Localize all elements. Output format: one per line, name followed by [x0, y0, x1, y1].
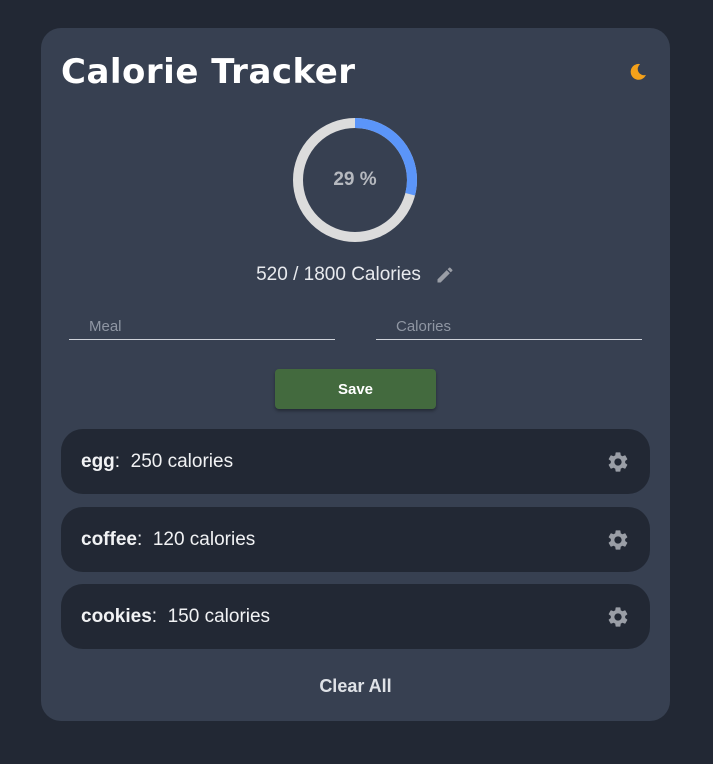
item-text: coffee: 120 calories — [81, 529, 255, 551]
item-separator: : — [151, 605, 158, 627]
calorie-tracker-card: Calorie Tracker 29 % 520 / 1800 Calories… — [41, 28, 670, 721]
gear-icon[interactable] — [606, 450, 630, 474]
calories-field — [376, 310, 642, 340]
item-calories: 150 calories — [167, 605, 271, 627]
list-item: cookies: 150 calories — [61, 584, 650, 649]
list-item: egg: 250 calories — [61, 429, 650, 494]
calorie-summary: 520 / 1800 Calories — [41, 264, 670, 286]
meal-field — [69, 310, 335, 340]
save-button[interactable]: Save — [275, 369, 436, 409]
pencil-icon[interactable] — [435, 265, 455, 285]
app-title: Calorie Tracker — [61, 52, 356, 92]
gear-icon[interactable] — [606, 605, 630, 629]
item-calories: 250 calories — [130, 450, 234, 472]
meal-input[interactable] — [69, 310, 335, 339]
calories-input[interactable] — [376, 310, 642, 339]
item-name: coffee — [81, 528, 137, 550]
progress-ring: 29 % — [291, 116, 419, 244]
item-text: egg: 250 calories — [81, 451, 233, 473]
item-separator: : — [136, 528, 143, 550]
gear-icon[interactable] — [606, 528, 630, 552]
item-text: cookies: 150 calories — [81, 606, 270, 628]
item-separator: : — [114, 450, 121, 472]
calorie-summary-text: 520 / 1800 Calories — [256, 264, 421, 285]
moon-icon[interactable] — [628, 62, 648, 82]
item-calories: 120 calories — [152, 528, 256, 550]
item-name: cookies — [81, 605, 152, 627]
list-item: coffee: 120 calories — [61, 507, 650, 572]
clear-all-button[interactable]: Clear All — [41, 676, 670, 697]
item-name: egg — [81, 450, 115, 472]
progress-percent-label: 29 % — [333, 169, 377, 190]
